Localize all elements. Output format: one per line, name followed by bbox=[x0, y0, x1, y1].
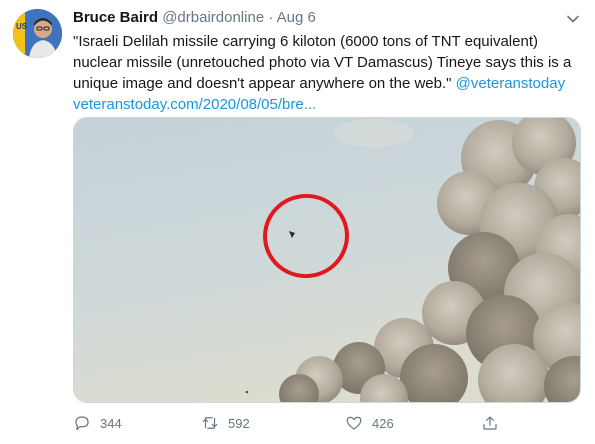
reply-icon bbox=[75, 416, 89, 431]
tweet-text-line: nuclear missile (unretouched photo via V… bbox=[73, 54, 572, 71]
tweet-text-line: "Israeli Delilah missile carrying 6 kilo… bbox=[73, 33, 538, 50]
tweet-date[interactable]: Aug 6 bbox=[277, 9, 316, 26]
tweet-text: "Israeli Delilah missile carrying 6 kilo… bbox=[73, 31, 578, 115]
tweet-text-segment: unique image and doesn't appear anywhere… bbox=[73, 75, 456, 92]
tweet-media-image[interactable] bbox=[73, 117, 581, 403]
tweet-card[interactable]: US Bruce Baird @drbairdonline · Aug 6 "I… bbox=[0, 0, 595, 444]
author-name[interactable]: Bruce Baird bbox=[73, 9, 158, 26]
like-icon bbox=[346, 416, 362, 430]
like-button[interactable]: 426 bbox=[345, 412, 394, 434]
retweet-button[interactable]: 592 bbox=[201, 412, 250, 434]
smoke-photo bbox=[74, 118, 580, 402]
tweet-header: Bruce Baird @drbairdonline · Aug 6 bbox=[73, 9, 316, 29]
retweet-icon bbox=[202, 417, 218, 429]
retweet-count: 592 bbox=[228, 415, 250, 431]
like-count: 426 bbox=[372, 415, 394, 431]
share-button[interactable] bbox=[481, 412, 499, 434]
reply-count: 344 bbox=[100, 415, 122, 431]
url-link[interactable]: veteranstoday.com/2020/08/05/bre... bbox=[73, 96, 316, 113]
avatar[interactable]: US bbox=[13, 9, 62, 58]
chevron-down-icon[interactable] bbox=[566, 12, 580, 26]
tweet-text-line: unique image and doesn't appear anywhere… bbox=[73, 73, 578, 94]
reply-button[interactable]: 344 bbox=[73, 412, 122, 434]
mention-link[interactable]: @veteranstoday bbox=[456, 75, 565, 92]
avatar-badge-text: US bbox=[16, 22, 28, 31]
header-separator: · bbox=[268, 9, 274, 26]
share-icon bbox=[483, 416, 497, 430]
tweet-actions: 344 592 426 bbox=[73, 412, 543, 434]
author-handle[interactable]: @drbairdonline bbox=[162, 9, 264, 26]
